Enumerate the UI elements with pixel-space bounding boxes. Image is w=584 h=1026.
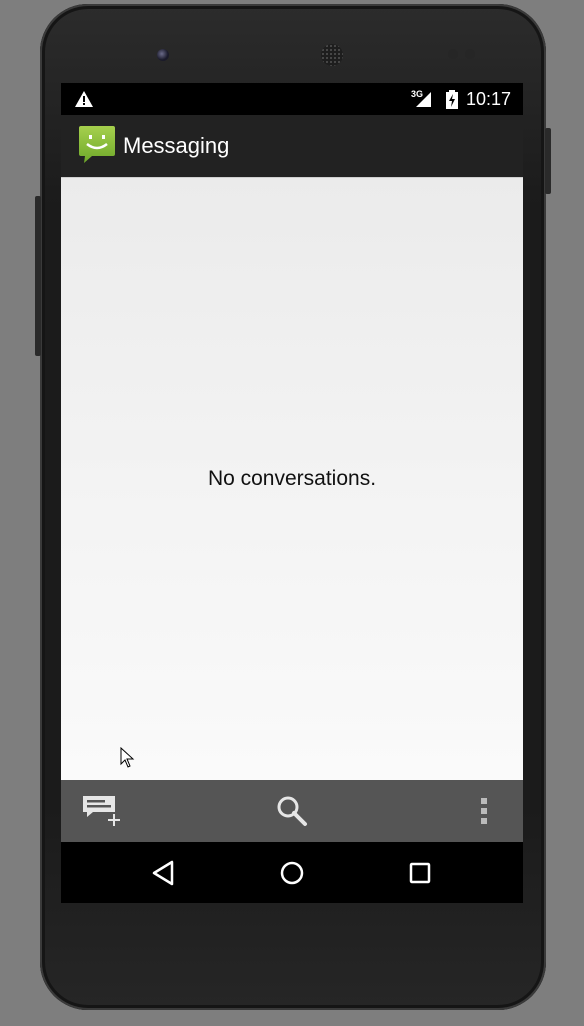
volume-button[interactable] xyxy=(35,196,41,356)
back-button[interactable] xyxy=(133,842,193,903)
bottom-action-bar xyxy=(61,780,523,842)
new-message-button[interactable] xyxy=(71,780,131,842)
search-icon xyxy=(277,796,307,826)
mouse-pointer-icon xyxy=(120,747,135,768)
overflow-menu-icon xyxy=(481,798,487,824)
front-camera xyxy=(157,49,169,61)
warning-icon xyxy=(75,91,93,107)
screen: 3G 10:17 Messaging No conversations. xyxy=(61,83,523,903)
more-options-button[interactable] xyxy=(454,780,514,842)
empty-state-message: No conversations. xyxy=(207,467,377,490)
status-clock: 10:17 xyxy=(466,89,512,109)
status-bar: 3G 10:17 xyxy=(61,83,523,115)
cell-signal-icon xyxy=(416,92,431,107)
home-button[interactable] xyxy=(262,842,322,903)
earpiece-speaker xyxy=(321,44,343,66)
app-title: Messaging xyxy=(123,133,230,158)
recents-square-icon xyxy=(409,862,431,883)
recents-button[interactable] xyxy=(390,842,450,903)
back-triangle-icon xyxy=(152,860,174,885)
conversation-list: No conversations. xyxy=(61,177,523,780)
compose-icon xyxy=(83,796,120,826)
messaging-smiley-icon[interactable] xyxy=(78,125,116,165)
light-sensor xyxy=(465,49,475,59)
home-circle-icon xyxy=(280,861,304,884)
battery-charging-icon xyxy=(446,90,458,109)
action-bar: Messaging xyxy=(61,115,523,177)
search-button[interactable] xyxy=(262,780,322,842)
navigation-bar xyxy=(61,842,523,903)
power-button[interactable] xyxy=(545,128,551,194)
proximity-sensor xyxy=(448,49,458,59)
